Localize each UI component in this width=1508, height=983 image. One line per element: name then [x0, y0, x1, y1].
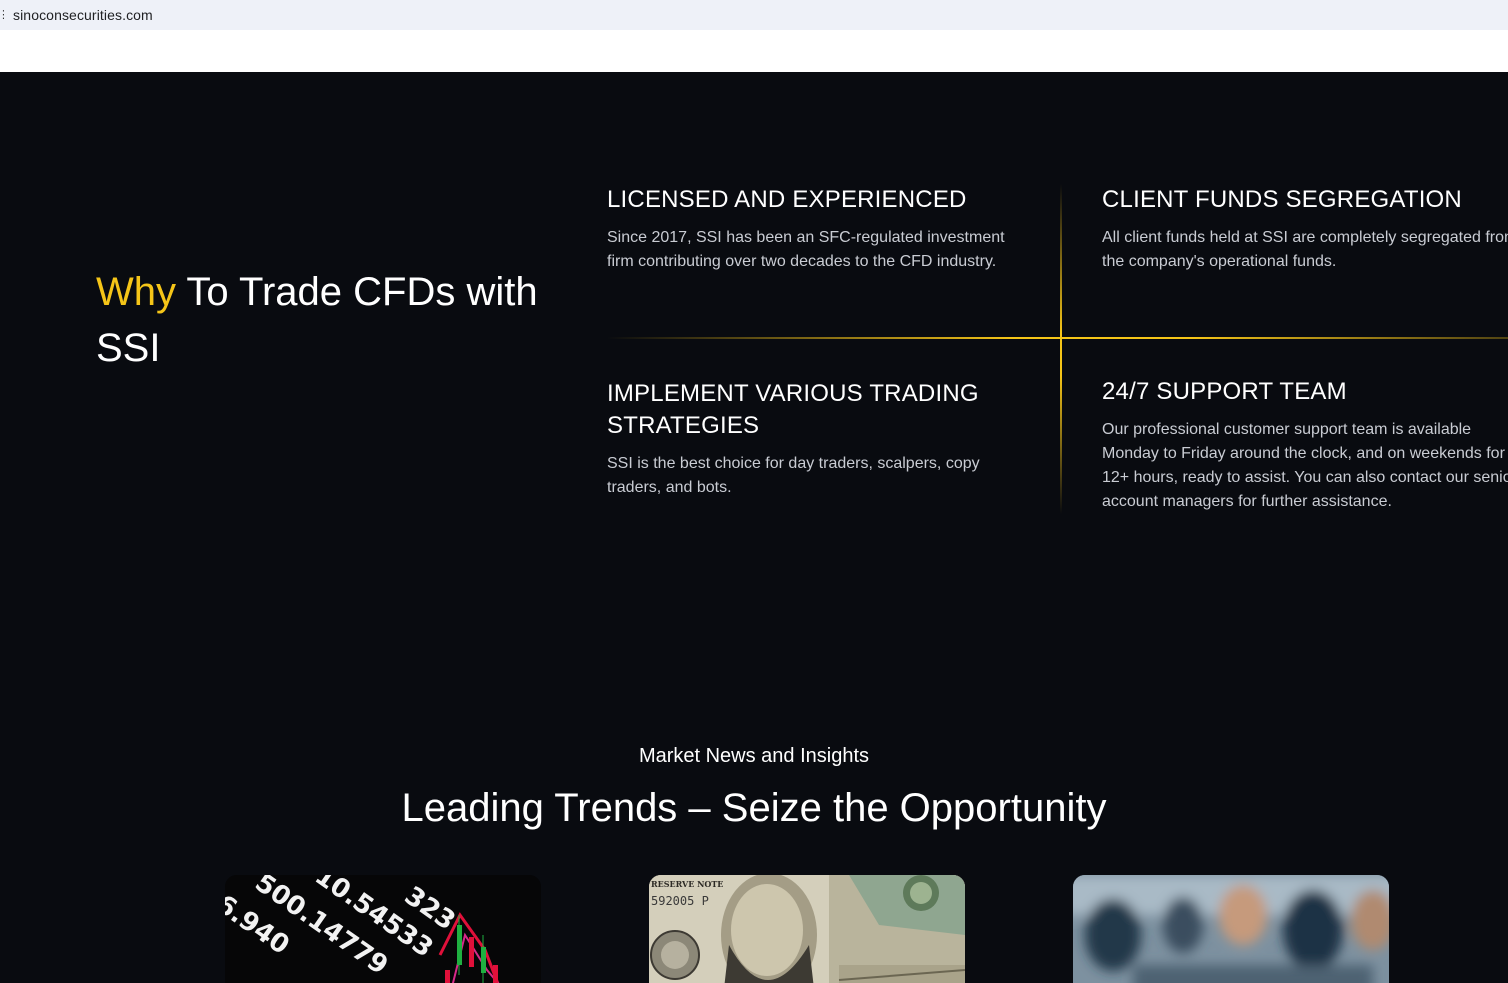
feature-text: Our professional customer support team i…	[1102, 421, 1508, 510]
news-card-stock-ticker[interactable]: 10.54533 500.14779 6.940 323	[225, 875, 541, 983]
feature-text: SSI is the best choice for day traders, …	[607, 455, 980, 496]
news-card-dollar-bills[interactable]: RESERVE NOTE 592005 P	[649, 875, 965, 983]
feature-title: CLIENT FUNDS SEGREGATION	[1102, 186, 1462, 213]
feature-title: IMPLEMENT VARIOUS TRADING STRATEGIES	[607, 380, 979, 439]
feature-text: Since 2017, SSI has been an SFC-regulate…	[607, 229, 1005, 270]
feature-licensed: LICENSED AND EXPERIENCED Since 2017, SSI…	[607, 184, 1007, 274]
us-dollar-banknotes-image: RESERVE NOTE 592005 P	[649, 875, 965, 983]
address-url[interactable]: sinoconsecurities.com	[13, 7, 153, 23]
banknote-serial: 592005 P	[651, 894, 709, 908]
feature-client-funds: CLIENT FUNDS SEGREGATION All client fund…	[1102, 184, 1508, 274]
banknote-text: RESERVE NOTE	[651, 879, 723, 889]
stock-ticker-chart-image: 10.54533 500.14779 6.940 323	[225, 875, 541, 983]
site-info-icon[interactable]: ⋮	[0, 8, 4, 22]
news-card-trading-floor[interactable]	[1073, 875, 1389, 983]
feature-strategies: IMPLEMENT VARIOUS TRADING STRATEGIES SSI…	[607, 378, 1017, 500]
vertical-divider	[1060, 184, 1062, 514]
trading-floor-people-image	[1073, 875, 1389, 983]
feature-title: 24/7 SUPPORT TEAM	[1102, 378, 1347, 405]
feature-text: All client funds held at SSI are complet…	[1102, 229, 1508, 270]
browser-address-bar[interactable]: ⋮ sinoconsecurities.com	[0, 0, 1508, 30]
feature-support: 24/7 SUPPORT TEAM Our professional custo…	[1102, 376, 1508, 514]
feature-title: LICENSED AND EXPERIENCED	[607, 186, 967, 213]
why-accent-word: Why	[96, 270, 176, 314]
why-trade-heading: Why To Trade CFDs with SSI	[96, 264, 556, 376]
main-section: Why To Trade CFDs with SSI LICENSED AND …	[0, 72, 1508, 983]
news-headline: Leading Trends – Seize the Opportunity	[401, 786, 1107, 830]
site-header	[0, 30, 1508, 72]
news-eyebrow: Market News and Insights	[638, 745, 870, 767]
horizontal-divider	[607, 337, 1508, 339]
